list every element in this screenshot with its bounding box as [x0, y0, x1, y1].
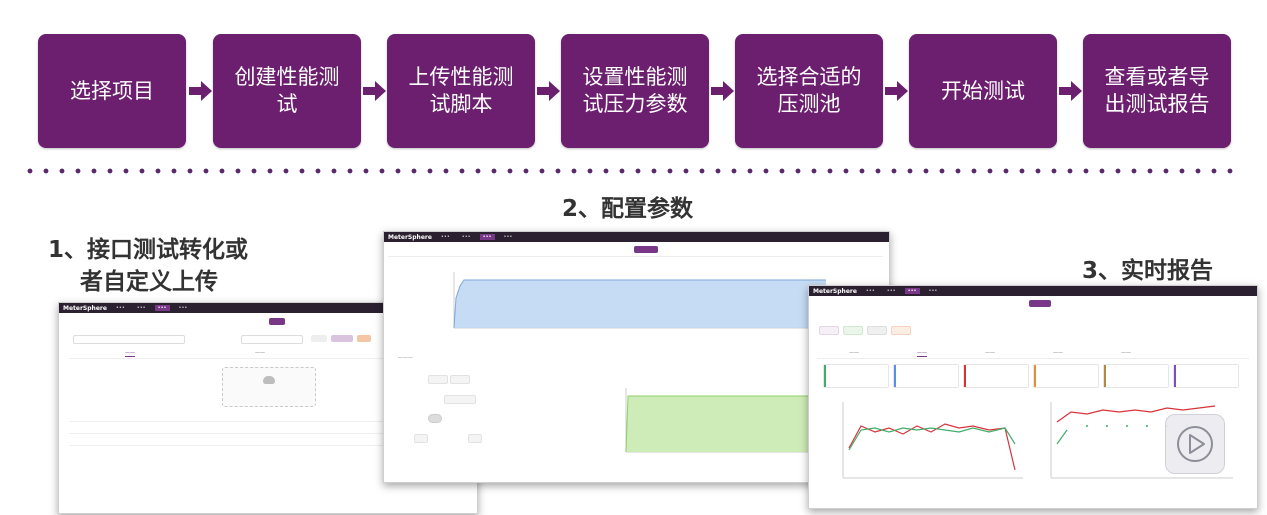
pressure-chart-top — [453, 272, 829, 329]
upload-cloud-icon — [263, 376, 275, 384]
tab-overview[interactable]: —— — [849, 350, 859, 357]
tabs-underline — [817, 358, 1249, 359]
flow-step-2: 创建性能测 试 — [213, 34, 361, 148]
dotted-divider — [22, 168, 1240, 174]
report-tag — [819, 326, 839, 335]
process-flow: 选择项目 创建性能测 试 上传性能测 试脚本 设置性能测 试压力参数 选择合适的… — [38, 34, 1233, 148]
flow-step-4-line2: 试压力参数 — [582, 92, 688, 116]
name-input[interactable] — [73, 335, 185, 344]
config-form-label: ——— — [398, 355, 413, 361]
topbar-menu-item[interactable]: ••• — [113, 305, 128, 311]
stat-card — [893, 364, 959, 388]
duration-input[interactable] — [450, 375, 470, 384]
tab-errors[interactable]: —— — [985, 350, 995, 357]
flow-arrow-icon — [711, 81, 734, 101]
flow-step-2-line2: 试 — [276, 92, 298, 116]
flow-arrow-icon — [1059, 81, 1082, 101]
play-button[interactable] — [1165, 414, 1225, 474]
save-button-2[interactable] — [357, 335, 371, 342]
cancel-button[interactable] — [311, 335, 327, 342]
config-tabs: —— —— — [125, 350, 265, 357]
stat-card — [1173, 364, 1239, 388]
topbar-menu-item[interactable]: ••• — [459, 234, 474, 240]
flow-step-5-line2: 压测池 — [777, 92, 841, 116]
flow-step-1-line1: 选择项目 — [70, 78, 154, 103]
stop-test-button[interactable] — [1029, 300, 1051, 307]
flow-step-3-line2: 试脚本 — [429, 92, 493, 116]
topbar-menu-item[interactable]: ••• — [501, 234, 516, 240]
ramp-input[interactable] — [444, 395, 476, 404]
load-chart — [842, 402, 1023, 479]
topbar-menu-item[interactable]: ••• — [438, 234, 453, 240]
report-tag — [867, 326, 887, 335]
topbar-menu-item-active[interactable]: ••• — [479, 234, 495, 240]
app-topbar: MeterSphere ••• ••• ••• ••• — [384, 232, 889, 242]
tab-details[interactable]: —— — [917, 350, 927, 357]
flow-step-5: 选择合适的 压测池 — [735, 34, 883, 148]
flow-step-6-line1: 开始测试 — [941, 78, 1025, 103]
topbar-menu-item[interactable]: ••• — [926, 288, 941, 294]
topbar-menu-item[interactable]: ••• — [134, 305, 149, 311]
concurrent-users-input[interactable] — [428, 375, 448, 384]
stat-card — [1103, 364, 1169, 388]
report-tag — [891, 326, 911, 335]
play-icon — [1177, 426, 1213, 462]
flow-step-4-line1: 设置性能测 — [582, 65, 688, 89]
flow-arrow-icon — [363, 81, 386, 101]
flow-arrow-icon — [189, 81, 212, 101]
save-button[interactable] — [634, 246, 658, 253]
caption-three: 3、实时报告 — [1082, 258, 1214, 284]
app-logo: MeterSphere — [813, 287, 857, 295]
tab-monitor[interactable]: —— — [1121, 350, 1131, 357]
topbar-menu-item[interactable]: ••• — [863, 288, 878, 294]
tab-scene[interactable]: —— — [125, 350, 135, 357]
flow-arrow-icon — [885, 81, 908, 101]
flow-arrow-icon — [537, 81, 560, 101]
topbar-menu-item[interactable]: ••• — [884, 288, 899, 294]
response-series-green — [1056, 429, 1068, 445]
caption-one-line2: 者自定义上传 — [80, 269, 218, 295]
tab-logs[interactable]: —— — [1053, 350, 1063, 357]
flow-step-3: 上传性能测 试脚本 — [387, 34, 535, 148]
app-logo: MeterSphere — [63, 304, 107, 312]
flow-step-7-line1: 查看或者导 — [1104, 65, 1210, 89]
flow-step-7: 查看或者导 出测试报告 — [1083, 34, 1231, 148]
step-input-2[interactable] — [468, 434, 482, 443]
topbar-menu-item-active[interactable]: ••• — [154, 305, 170, 311]
app-logo: MeterSphere — [388, 233, 432, 241]
flow-step-3-line1: 上传性能测 — [408, 65, 514, 89]
stat-card — [823, 364, 889, 388]
tabs-underline — [388, 256, 883, 257]
project-select[interactable] — [241, 335, 303, 344]
flow-step-5-line1: 选择合适的 — [756, 65, 862, 89]
pressure-area-blue — [454, 280, 826, 328]
flow-step-1: 选择项目 — [38, 34, 186, 148]
rps-toggle[interactable] — [428, 414, 442, 423]
save-run-button[interactable] — [331, 335, 353, 342]
caption-two: 2、配置参数 — [562, 196, 694, 222]
topbar-menu-item[interactable]: ••• — [176, 305, 191, 311]
caption-one: 1、接口测试转化或 者自定义上传 — [48, 234, 248, 298]
flow-step-2-line1: 创建性能测 — [234, 65, 340, 89]
caption-one-line1: 1、接口测试转化或 — [48, 237, 249, 263]
file-upload-area[interactable] — [222, 367, 316, 407]
stat-card — [963, 364, 1029, 388]
flow-step-4: 设置性能测 试压力参数 — [561, 34, 709, 148]
flow-step-6: 开始测试 — [909, 34, 1057, 148]
topbar-menu-item-active[interactable]: ••• — [904, 288, 920, 294]
flow-step-7-line2: 出测试报告 — [1104, 92, 1210, 116]
app-topbar: MeterSphere ••• ••• ••• ••• — [809, 286, 1257, 296]
load-series-red — [848, 423, 1016, 471]
report-tag — [843, 326, 863, 335]
step-input[interactable] — [414, 434, 428, 443]
report-tabs: —— —— —— —— —— — [849, 350, 1131, 357]
save-button[interactable] — [269, 318, 285, 325]
screenshot-realtime-report: MeterSphere ••• ••• ••• ••• —— —— —— —— … — [808, 285, 1258, 509]
stat-card — [1033, 364, 1099, 388]
tab-pressure[interactable]: —— — [255, 350, 265, 357]
